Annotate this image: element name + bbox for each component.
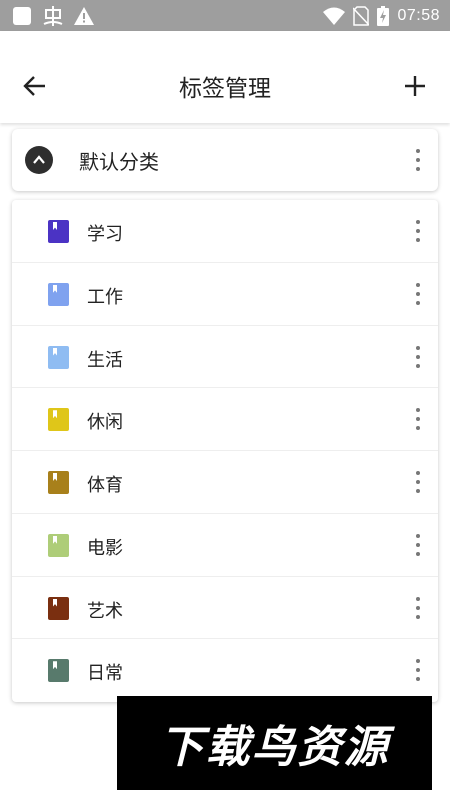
tag-more-menu-icon[interactable] [408,533,428,557]
square-icon [12,6,32,26]
tag-row[interactable]: 电影 [12,514,438,577]
bookmark-icon [48,659,69,683]
tag-label: 生活 [87,349,123,371]
wifi-icon [323,7,346,25]
tag-row[interactable]: 艺术 [12,577,438,640]
tag-label: 艺术 [87,600,123,622]
tag-label: 电影 [87,537,123,559]
category-more-menu-icon[interactable] [408,148,428,172]
tag-label: 休闲 [87,412,123,434]
bug-icon [42,5,64,26]
tag-more-menu-icon[interactable] [408,219,428,243]
tag-more-menu-icon[interactable] [408,345,428,369]
chevron-up-icon [33,155,45,164]
tag-more-menu-icon[interactable] [408,282,428,306]
tag-label: 学习 [87,224,123,245]
tag-row[interactable]: 学习 [12,200,438,263]
tag-more-menu-icon[interactable] [408,407,428,431]
tag-row[interactable]: 生活 [12,326,438,389]
tag-label: 体育 [87,475,123,496]
bookmark-icon [48,596,69,620]
tag-row[interactable]: 体育 [12,451,438,514]
bookmark-icon [48,471,69,494]
tag-row[interactable]: 日常 [12,639,438,702]
no-sim-icon [353,5,370,26]
status-time: 07:58 [397,6,440,24]
add-tag-button[interactable] [400,71,430,101]
bookmark-icon [48,408,69,432]
status-bar: 07:58 [0,0,450,31]
bookmark-icon [48,533,69,557]
tag-row[interactable]: 休闲 [12,388,438,451]
tag-label: 日常 [87,663,123,685]
tag-more-menu-icon[interactable] [408,470,428,494]
plus-icon [405,76,425,96]
app-bar: 标签管理 [0,31,450,123]
watermark: 下载鸟资源 [117,696,432,790]
page-title: 标签管理 [179,76,271,102]
tag-row[interactable]: 工作 [12,263,438,326]
category-name: 默认分类 [79,150,159,174]
tag-list: 学习 工作 生活 休闲 体育 电影 艺术 日常 [12,200,438,702]
collapse-toggle-button[interactable] [25,146,53,174]
battery-charging-icon [377,5,390,26]
tag-more-menu-icon[interactable] [408,658,428,682]
watermark-text: 下载鸟资源 [159,722,390,773]
tag-label: 工作 [87,286,123,308]
tag-more-menu-icon[interactable] [408,596,428,620]
warning-icon [74,6,94,25]
category-header[interactable]: 默认分类 [12,129,438,191]
bookmark-icon [48,345,69,369]
bookmark-icon [48,282,69,306]
bookmark-icon [48,220,69,243]
